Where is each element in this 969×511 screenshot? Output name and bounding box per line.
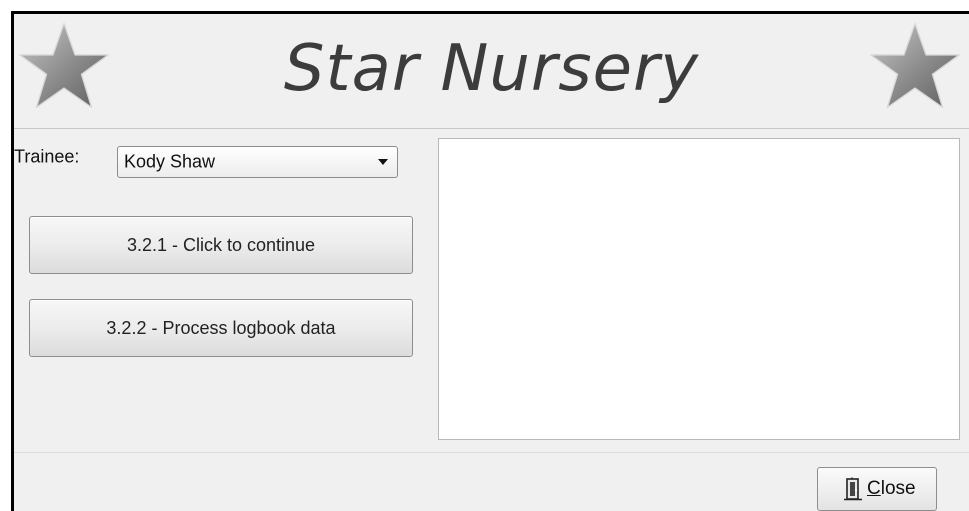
trainee-label: Trainee: [14, 146, 80, 167]
close-button[interactable]: Close [817, 467, 937, 511]
app-window: Star Nursery Trainee: Kody Shaw 3.2.1 - … [11, 11, 969, 511]
door-exit-icon [844, 477, 862, 501]
close-label: Close [867, 478, 916, 499]
output-panel [438, 138, 960, 440]
star-icon [870, 22, 960, 109]
process-logbook-button[interactable]: 3.2.2 - Process logbook data [29, 299, 413, 357]
trainee-dropdown[interactable]: Kody Shaw [117, 146, 398, 178]
chevron-down-icon[interactable] [378, 159, 388, 165]
trainee-selected-value: Kody Shaw [124, 151, 216, 172]
app-title: Star Nursery [283, 32, 700, 106]
continue-button[interactable]: 3.2.1 - Click to continue [29, 216, 413, 274]
footer-divider [14, 452, 969, 453]
header-banner: Star Nursery [14, 14, 969, 129]
